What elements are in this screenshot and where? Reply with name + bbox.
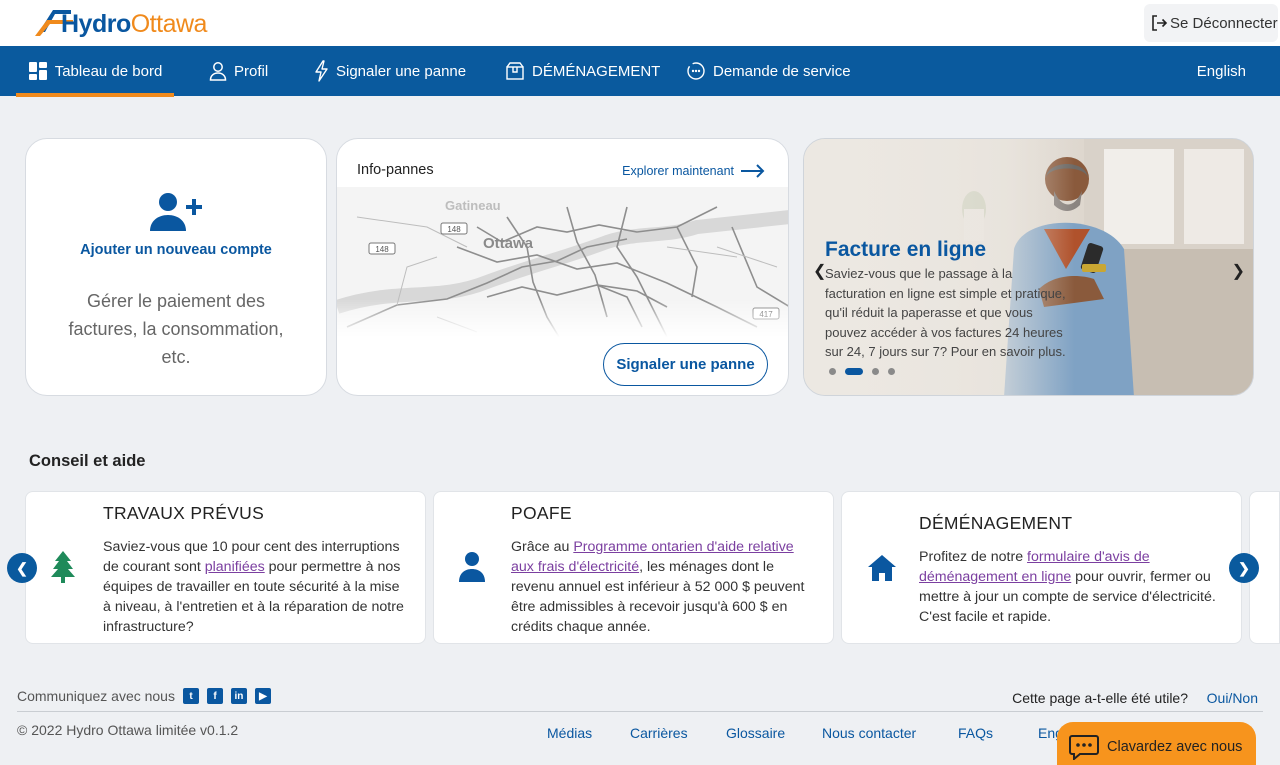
arrow-right-icon <box>741 164 765 178</box>
chevron-left-icon[interactable]: ❮ <box>813 261 826 281</box>
map-city-label: Gatineau <box>445 198 501 213</box>
nav-item-profile[interactable]: Profil <box>209 46 268 96</box>
carousel-dot[interactable] <box>872 368 879 375</box>
user-icon <box>209 62 227 81</box>
tips-section-title: Conseil et aide <box>29 452 146 470</box>
chevron-right-icon[interactable]: ❯ <box>1229 553 1259 583</box>
main-nav: Tableau de bord Profil Signaler une pann… <box>0 46 1280 97</box>
logout-label: Se Déconnecter <box>1170 14 1278 32</box>
chat-label: Clavardez avec nous <box>1107 739 1243 755</box>
linkedin-icon[interactable]: in <box>230 688 247 704</box>
top-bar: HydroOttawa Se Déconnecter <box>0 0 1280 46</box>
lightning-icon <box>315 60 328 82</box>
tip-card-moving: DÉMÉNAGEMENT Profitez de notre formulair… <box>841 491 1242 644</box>
nav-item-moving[interactable]: DÉMÉNAGEMENT <box>505 46 660 96</box>
add-account-card[interactable]: Ajouter un nouveau compte Gérer le paiem… <box>25 138 327 396</box>
tip-link[interactable]: planifiées <box>205 559 265 575</box>
carousel-dot[interactable] <box>888 368 895 375</box>
youtube-icon[interactable]: ▶ <box>254 688 271 704</box>
logo-text-hydro: Hydro <box>61 10 131 38</box>
tip-body: Saviez-vous que 10 pour cent des interru… <box>103 537 409 637</box>
footer-social: Communiquez avec nous t f in ▶ <box>17 688 271 704</box>
tip-card-poafe: POAFE Grâce au Programme ontarien d'aide… <box>433 491 834 644</box>
logo-text-ottawa: Ottawa <box>130 10 208 38</box>
add-user-icon <box>150 193 202 231</box>
carousel-dots <box>829 368 904 375</box>
chat-button[interactable]: Clavardez avec nous <box>1057 722 1256 765</box>
map-road-label: 148 <box>375 245 389 254</box>
service-icon <box>687 62 705 80</box>
house-icon <box>868 555 896 581</box>
chat-icon <box>1069 735 1099 760</box>
tip-text: Profitez de notre <box>919 549 1028 565</box>
logout-icon <box>1152 15 1168 31</box>
footer-link-faqs[interactable]: FAQs <box>958 725 993 741</box>
tip-body: Profitez de notre formulaire d'avis de d… <box>919 547 1225 627</box>
logout-button[interactable]: Se Déconnecter <box>1144 4 1278 42</box>
promo-carousel: Facture en ligne Saviez-vous que le pass… <box>803 138 1254 396</box>
add-account-description: Gérer le paiement des factures, la conso… <box>68 291 284 367</box>
copyright: © 2022 Hydro Ottawa limitée v0.1.2 <box>17 722 239 738</box>
carousel-dot-active[interactable] <box>845 368 863 375</box>
tip-title: POAFE <box>511 503 572 523</box>
communicate-label: Communiquez avec nous <box>17 688 175 704</box>
feedback-question: Cette page a-t-elle été utile? <box>1012 690 1188 706</box>
chevron-left-icon[interactable]: ❮ <box>7 553 37 583</box>
nav-label: Tableau de bord <box>54 62 163 80</box>
nav-label: Profil <box>234 62 269 80</box>
tip-title: TRAVAUX PRÉVUS <box>103 503 265 523</box>
feedback-link[interactable]: Oui/Non <box>1207 690 1258 706</box>
logo-text: HydroOttawa <box>61 10 207 39</box>
outage-map-card: Info-pannes Explorer maintenant 148 148 … <box>336 138 789 396</box>
footer-link-careers[interactable]: Carrières <box>630 725 688 741</box>
person-icon <box>459 552 485 582</box>
promo-title: Facture en ligne <box>825 238 987 261</box>
outage-map[interactable]: 148 148 417 Gatineau Ottawa <box>337 187 789 337</box>
report-outage-button[interactable]: Signaler une panne <box>603 343 768 386</box>
outage-map-title: Info-pannes <box>357 162 434 178</box>
map-city-label: Ottawa <box>483 235 534 252</box>
map-road-label: 148 <box>447 225 461 234</box>
nav-label: Demande de service <box>713 62 851 80</box>
footer-divider <box>17 711 1263 712</box>
tip-card-planned-work: TRAVAUX PRÉVUS Saviez-vous que 10 pour c… <box>25 491 426 644</box>
footer-link-contact[interactable]: Nous contacter <box>822 725 916 741</box>
hydro-ottawa-logo[interactable]: HydroOttawa <box>33 4 233 40</box>
explore-now-link[interactable]: Explorer maintenant <box>622 164 766 178</box>
tree-icon <box>51 551 75 583</box>
chevron-right-icon[interactable]: ❯ <box>1232 261 1245 281</box>
promo-text: Saviez-vous que le passage à la facturat… <box>825 266 1066 359</box>
nav-item-dashboard[interactable]: Tableau de bord <box>16 46 174 97</box>
tip-title: DÉMÉNAGEMENT <box>919 513 1073 533</box>
language-toggle[interactable]: English <box>1197 46 1246 96</box>
tip-text: Grâce au <box>511 539 574 555</box>
nav-item-service-request[interactable]: Demande de service <box>686 46 851 96</box>
box-icon <box>506 62 524 80</box>
nav-label: Signaler une panne <box>336 62 467 80</box>
add-account-title: Ajouter un nouveau compte <box>80 242 272 258</box>
facebook-icon[interactable]: f <box>206 688 223 704</box>
footer-link-glossary[interactable]: Glossaire <box>726 725 785 741</box>
carousel-dot[interactable] <box>829 368 836 375</box>
footer-link-media[interactable]: Médias <box>547 725 592 741</box>
nav-label: DÉMÉNAGEMENT <box>532 62 661 80</box>
dashboard-icon <box>28 62 47 80</box>
nav-item-report-outage[interactable]: Signaler une panne <box>313 46 466 96</box>
explore-now-label: Explorer maintenant <box>622 164 734 178</box>
tip-body: Grâce au Programme ontarien d'aide relat… <box>511 537 817 637</box>
twitter-icon[interactable]: t <box>182 688 199 704</box>
